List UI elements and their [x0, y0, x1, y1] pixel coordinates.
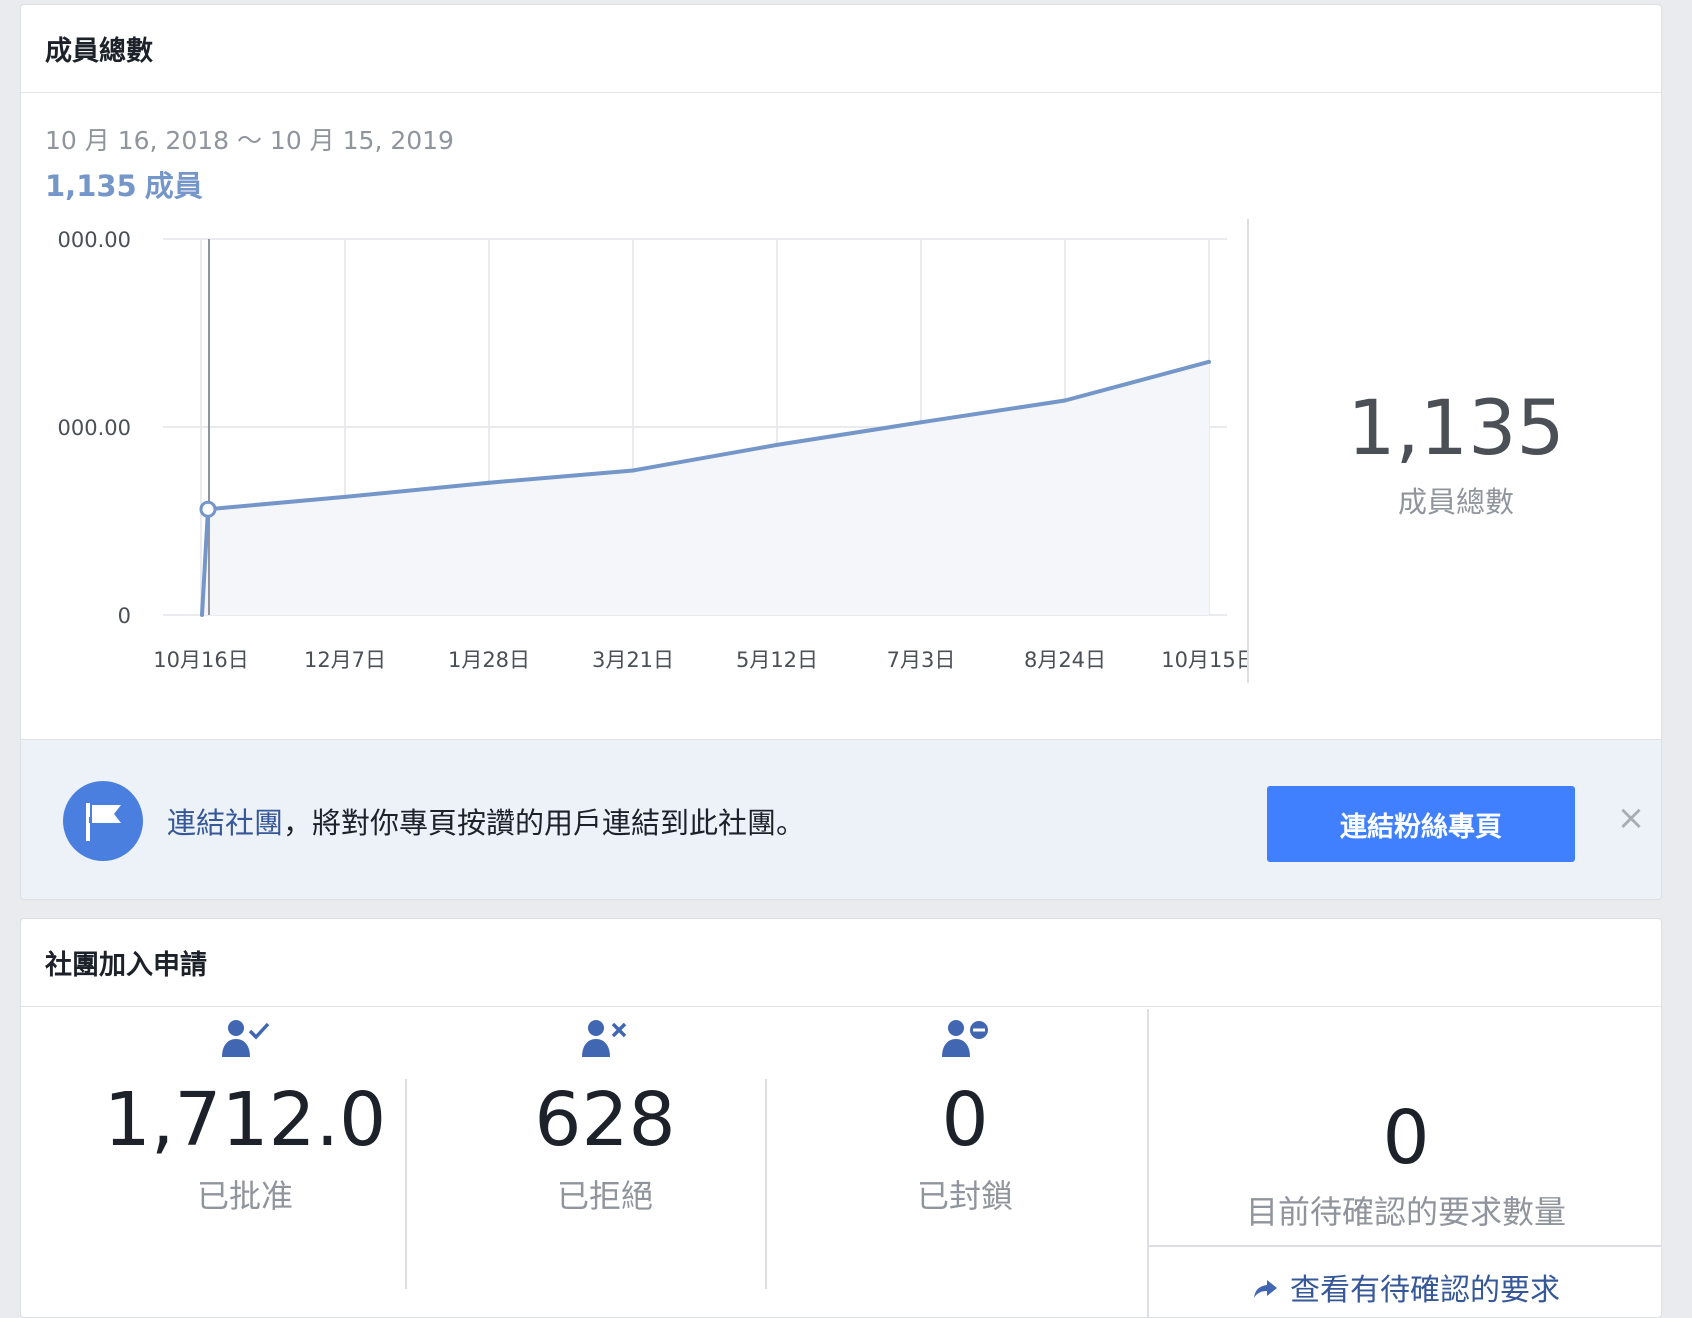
view-pending-link[interactable]: 查看有待確認的要求	[1149, 1265, 1661, 1309]
data-point	[1063, 398, 1067, 403]
x-tick-label: 1月28日	[448, 648, 530, 672]
pending-separator	[1149, 1245, 1661, 1247]
x-tick-label: 8月24日	[1024, 648, 1106, 672]
total-members-value: 1,135	[1347, 383, 1565, 472]
stat-divider	[405, 1079, 407, 1289]
y-tick-label: 000.00	[58, 416, 131, 440]
pending-value: 0	[1382, 1095, 1430, 1181]
x-tick-label: 10月16日	[153, 648, 248, 672]
stat-divider	[765, 1079, 767, 1289]
member-count-value: 1,135	[45, 169, 137, 203]
data-point	[631, 468, 635, 473]
declined-stat: 628 已拒絕	[425, 1009, 785, 1217]
requests-card: 社團加入申請 1,712.0 已批准 628 已拒絕 0 已封鎖 0 目前待確認…	[20, 918, 1662, 1318]
data-point	[487, 480, 491, 485]
date-range: 10 月 16, 2018 ～ 10 月 15, 2019	[45, 126, 454, 155]
flag-icon	[63, 781, 143, 861]
user-check-icon	[65, 1009, 425, 1059]
total-members-label: 成員總數	[1397, 485, 1514, 519]
user-minus-icon	[785, 1009, 1145, 1059]
banner-description: ，將對你專頁按讚的用戶連結到此社團。	[283, 806, 806, 840]
members-card-title: 成員總數	[21, 5, 1661, 93]
data-point	[919, 420, 923, 425]
share-arrow-icon	[1252, 1273, 1278, 1308]
y-tick-label: 000.00	[58, 228, 131, 252]
approved-value: 1,712.0	[103, 1077, 387, 1163]
blocked-label: 已封鎖	[916, 1177, 1013, 1215]
link-group-link[interactable]: 連結社團	[167, 806, 283, 840]
view-pending-link-label: 查看有待確認的要求	[1290, 1273, 1560, 1308]
approved-label: 已批准	[196, 1177, 293, 1215]
x-tick-label: 10月15日	[1161, 648, 1247, 672]
requests-card-title: 社團加入申請	[21, 919, 1661, 1007]
y-tick-label: 0	[118, 604, 131, 628]
x-tick-label: 12月7日	[304, 648, 386, 672]
member-count: 1,135 成員	[45, 163, 203, 205]
data-point	[1207, 359, 1211, 364]
members-card: 成員總數 10 月 16, 2018 ～ 10 月 15, 2019 1,135…	[20, 4, 1662, 900]
data-point	[200, 613, 204, 617]
hover-point	[199, 500, 217, 518]
pending-panel: 0 目前待確認的要求數量 查看有待確認的要求	[1147, 1009, 1661, 1317]
blocked-value: 0	[941, 1077, 989, 1163]
members-chart: 10月16日 12月7日 1月28日 3月21日 5月12日 7月3日 8月24日 10月15…	[58, 228, 1247, 672]
x-tick-label: 3月21日	[592, 648, 674, 672]
approved-stat: 1,712.0 已批准	[65, 1009, 425, 1217]
x-tick-label: 5月12日	[736, 648, 818, 672]
declined-label: 已拒絕	[556, 1177, 653, 1215]
banner-text: 連結社團，將對你專頁按讚的用戶連結到此社團。	[167, 800, 805, 842]
data-point	[775, 442, 779, 447]
close-icon[interactable]: ×	[1613, 798, 1649, 838]
x-tick-label: 7月3日	[887, 648, 956, 672]
link-fan-page-button[interactable]: 連結粉絲專頁	[1267, 786, 1575, 862]
blocked-stat: 0 已封鎖	[785, 1009, 1145, 1217]
user-x-icon	[425, 1009, 785, 1059]
pending-label: 目前待確認的要求數量	[1245, 1193, 1566, 1231]
data-point	[343, 494, 347, 499]
link-group-banner: 連結社團，將對你專頁按讚的用戶連結到此社團。 連結粉絲專頁 ×	[21, 739, 1661, 899]
member-count-unit: 成員	[144, 169, 203, 203]
declined-value: 628	[534, 1077, 676, 1163]
